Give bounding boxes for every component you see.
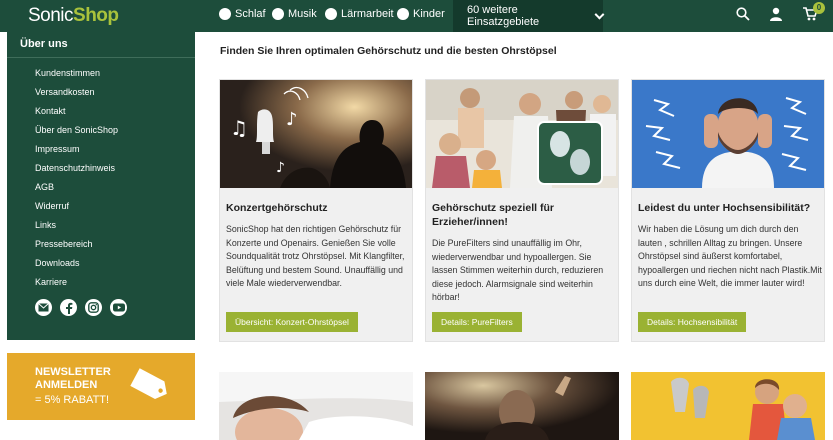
- newsletter-signup-banner[interactable]: NEWSLETTER ANMELDEN = 5% RABATT!: [7, 353, 195, 420]
- filter-label: Musik: [288, 8, 317, 20]
- price-tag-icon: [127, 367, 173, 408]
- filter-kinder[interactable]: Kinder: [397, 8, 445, 20]
- sidebar-item-widerruf[interactable]: Widerruf: [7, 198, 195, 217]
- card-description: SonicShop hat den richtigen Gehörschutz …: [226, 224, 405, 288]
- sidebar-item-kundenstimmen[interactable]: Kundenstimmen: [7, 65, 195, 84]
- svg-text:♪: ♪: [286, 109, 298, 130]
- filter-label: Kinder: [413, 8, 445, 20]
- kids-earplugs-image[interactable]: [631, 372, 825, 440]
- facebook-icon[interactable]: [60, 299, 77, 316]
- children-teacher-image: [426, 80, 618, 188]
- filter-musik[interactable]: Musik: [272, 8, 317, 20]
- sleeping-woman-image[interactable]: [219, 372, 413, 440]
- card-description: Wir haben die Lösung um dich durch den l…: [638, 224, 822, 288]
- cart-count-badge: 0: [813, 2, 825, 14]
- search-icon[interactable]: [736, 7, 750, 26]
- sidebar-item-karriere[interactable]: Karriere: [7, 274, 195, 293]
- card-description: Die PureFilters sind unauffällig im Ohr,…: [432, 238, 604, 302]
- chevron-down-icon: [594, 9, 605, 19]
- mail-icon[interactable]: [35, 299, 52, 316]
- filter-label: Lärmarbeit: [341, 8, 394, 20]
- newsletter-line1: NEWSLETTER: [35, 366, 111, 378]
- page-headline: Finden Sie Ihren optimalen Gehörschutz u…: [220, 45, 557, 57]
- youtube-icon[interactable]: [110, 299, 127, 316]
- sidebar-item-datenschutzhinweis[interactable]: Datenschutzhinweis: [7, 160, 195, 179]
- sidebar-menu: Kundenstimmen Versandkosten Kontakt Über…: [7, 65, 195, 293]
- konzert-ohrstoepsel-button[interactable]: Übersicht: Konzert-Ohrstöpsel: [226, 312, 358, 332]
- category-card-erzieher[interactable]: Gehörschutz speziell für Erzieher/innen!…: [425, 79, 619, 342]
- newsletter-line2: ANMELDEN: [35, 379, 98, 391]
- sidebar-item-downloads[interactable]: Downloads: [7, 255, 195, 274]
- filter-label: Schlaf: [235, 8, 266, 20]
- sidebar-item-kontakt[interactable]: Kontakt: [7, 103, 195, 122]
- more-usecases-dropdown[interactable]: 60 weitere Einsatzgebiete: [453, 0, 605, 32]
- sidebar-item-versandkosten[interactable]: Versandkosten: [7, 84, 195, 103]
- stressed-man-image: [632, 80, 824, 188]
- svg-text:♪: ♪: [276, 160, 285, 176]
- logo-text-sonic: Sonic: [28, 5, 74, 26]
- purefilters-details-button[interactable]: Details: PureFilters: [432, 312, 522, 332]
- sidebar-title: Über uns: [7, 32, 195, 58]
- concert-crowd-image[interactable]: [425, 372, 619, 440]
- user-icon[interactable]: [769, 7, 783, 26]
- filter-schlaf[interactable]: Schlaf: [219, 8, 266, 20]
- social-links: [35, 299, 127, 316]
- more-usecases-label: 60 weitere Einsatzgebiete: [467, 4, 540, 28]
- card-title: Leidest du unter Hochsensibilität?: [638, 202, 811, 214]
- svg-text:♫: ♫: [230, 116, 248, 140]
- sonicshop-logo[interactable]: SonicShop: [28, 5, 119, 27]
- radio-icon: [325, 8, 337, 20]
- card-title: Konzertgehörschutz: [226, 202, 328, 214]
- top-navigation-bar: SonicShop Schlaf Musik Lärmarbeit Kinder…: [0, 0, 833, 32]
- radio-icon: [219, 8, 231, 20]
- newsletter-title: NEWSLETTER ANMELDEN: [35, 366, 111, 392]
- sidebar: Über uns Kundenstimmen Versandkosten Kon…: [7, 32, 195, 340]
- radio-icon: [397, 8, 409, 20]
- radio-icon: [272, 8, 284, 20]
- newsletter-discount: = 5% RABATT!: [35, 394, 110, 406]
- hochsensibilitaet-details-button[interactable]: Details: Hochsensibilität: [638, 312, 747, 332]
- instagram-icon[interactable]: [85, 299, 102, 316]
- sidebar-item-links[interactable]: Links: [7, 217, 195, 236]
- category-card-hochsensibilitaet[interactable]: Leidest du unter Hochsensibilität? Wir h…: [631, 79, 825, 342]
- sidebar-item-pressebereich[interactable]: Pressebereich: [7, 236, 195, 255]
- category-card-konzert[interactable]: ♫ ♪ ♪ Konzertgehörschutz SonicShop hat d…: [219, 79, 413, 342]
- sidebar-item-agb[interactable]: AGB: [7, 179, 195, 198]
- concert-image: ♫ ♪ ♪: [220, 80, 412, 188]
- filter-laermarbeit[interactable]: Lärmarbeit: [325, 8, 394, 20]
- logo-text-shop: Shop: [73, 5, 119, 26]
- card-title: Gehörschutz speziell für Erzieher/innen!: [432, 202, 554, 228]
- sidebar-item-impressum[interactable]: Impressum: [7, 141, 195, 160]
- sidebar-item-ueber-den-sonicshop[interactable]: Über den SonicShop: [7, 122, 195, 141]
